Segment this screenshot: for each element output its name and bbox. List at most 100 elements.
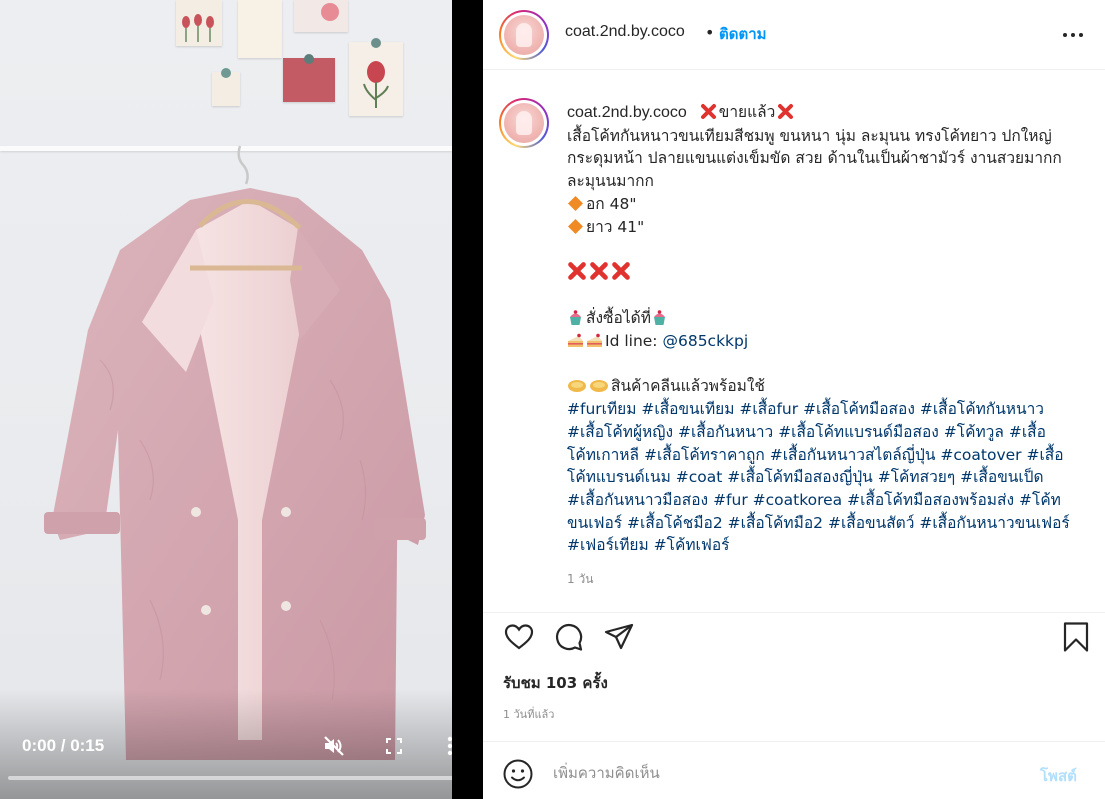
hashtag-link[interactable]: #เฟอร์เทียม xyxy=(567,536,649,554)
mute-button[interactable] xyxy=(322,734,346,758)
hashtag-link[interactable]: #เสื้อขนสัตว์ xyxy=(828,514,914,532)
hashtag-link[interactable]: #เสื้อโค้ทผู้หญิง xyxy=(567,423,673,441)
hashtag-block: #furเทียม #เสื้อขนเทียม #เสื้อfur #เสื้อ… xyxy=(567,398,1087,557)
hashtag-link[interactable]: #โค้ทวูล xyxy=(944,423,1004,441)
hashtag-link[interactable]: #เสื้อ xyxy=(1026,446,1063,464)
caption-avatar[interactable] xyxy=(499,98,549,148)
like-button[interactable] xyxy=(503,621,535,653)
save-button[interactable] xyxy=(1060,621,1092,653)
header-separator: • xyxy=(705,23,715,42)
hashtag-link[interactable]: #เสื้อขนเทียม xyxy=(641,400,734,418)
fullscreen-button[interactable] xyxy=(382,734,406,758)
hashtag-link[interactable]: #fur xyxy=(713,491,748,509)
hashtag-link[interactable]: #เสื้อกันหนาวขนเฟอร์ xyxy=(919,514,1069,532)
chest-size-line: อก 48" xyxy=(567,193,1087,216)
video-progress-bar[interactable] xyxy=(8,776,452,780)
hashtag-link[interactable]: #โค้ทเฟอร์ xyxy=(654,536,730,554)
video-timestamp: 0:00 / 0:15 xyxy=(22,736,105,755)
smiley-icon xyxy=(503,759,533,789)
length-size-line: ยาว 41" xyxy=(567,216,1087,239)
avatar-image xyxy=(504,15,544,55)
length-size: ยาว 41" xyxy=(586,217,645,236)
hashtag-link[interactable]: #coat xyxy=(676,468,723,486)
hashtag-line: โค้ทเกาหลี #เสื้อโค้ทราคาถูก #เสื้อกันหน… xyxy=(567,444,1087,467)
hashtag-link[interactable]: #เสื้อกันหนาวสไตล์ญี่ปุ่น xyxy=(770,446,936,464)
hashtag-link[interactable]: #เสื้อfur xyxy=(739,400,798,418)
hashtag-line: ขนเฟอร์ #เสื้อโค้ชมือ2 #เสื้อโค้ทมือ2 #เ… xyxy=(567,512,1087,535)
bookmark-icon xyxy=(1063,622,1089,652)
share-button[interactable] xyxy=(603,621,635,653)
follow-button[interactable]: ติดตาม xyxy=(719,22,767,46)
comment-bar: โพสต์ xyxy=(483,741,1105,799)
hashtag-link[interactable]: #เสื้อโค้ทมือสองพร้อมส่ง xyxy=(847,491,1014,509)
hashtag-link[interactable]: #เสื้อ xyxy=(1009,423,1046,441)
fullscreen-icon xyxy=(386,738,402,754)
hashtag-link[interactable]: #coatkorea xyxy=(753,491,843,509)
hashtag-link[interactable]: #เสื้อโค้ทแบรนด์มือสอง xyxy=(778,423,939,441)
post-options-button[interactable] xyxy=(1061,24,1085,46)
emoji-picker-button[interactable] xyxy=(502,758,534,790)
hashtag-link[interactable]: #เสื้อโค้ทกันหนาว xyxy=(920,400,1044,418)
line-id-line: Id line: @685ckkpj xyxy=(567,330,1087,353)
comment-button[interactable] xyxy=(553,621,585,653)
line-id-link[interactable]: @685ckkpj xyxy=(662,332,748,350)
cookie-icon xyxy=(567,377,587,394)
hashtag-link[interactable]: #coatover xyxy=(940,446,1021,464)
hashtag-link[interactable]: #โค้ท xyxy=(1019,491,1061,509)
hashtag-line: #furเทียม #เสื้อขนเทียม #เสื้อfur #เสื้อ… xyxy=(567,398,1087,421)
hashtag-link[interactable]: #เสื้อโค้ชมือ2 xyxy=(627,514,723,532)
comment-input[interactable] xyxy=(553,756,1023,790)
caption-title-line: coat.2nd.by.coco ขายแล้ว xyxy=(567,101,1087,125)
hashtag-link[interactable]: #เสื้อโค้ทมือสอง xyxy=(803,400,915,418)
clean-text: สินค้าคลีนแล้วพร้อมใช้ xyxy=(611,377,765,396)
comment-bubble-icon xyxy=(555,623,583,651)
order-text: สั่งซื้อได้ที่ xyxy=(586,309,651,328)
order-line: สั่งซื้อได้ที่ xyxy=(567,307,1087,330)
clean-line: สินค้าคลีนแล้วพร้อมใช้ xyxy=(567,375,1087,398)
chest-size: อก 48" xyxy=(586,194,637,213)
caption-area: coat.2nd.by.coco ขายแล้ว เสื้อโค้ทกันหนา… xyxy=(483,71,1105,611)
post-header: coat.2nd.by.coco • ติดตาม xyxy=(483,0,1105,70)
pane-divider xyxy=(452,0,483,799)
action-bar xyxy=(483,612,1105,662)
hashtag-link[interactable]: #furเทียม xyxy=(567,400,636,418)
avatar[interactable] xyxy=(499,10,549,60)
hashtag-link[interactable]: #เสื้อขนเป็ด xyxy=(960,468,1043,486)
cookie-icon xyxy=(589,377,609,394)
sold-label: ขายแล้ว xyxy=(718,103,776,121)
hashtag-link[interactable]: #เสื้อโค้ทราคาถูก xyxy=(644,446,765,464)
video-options-button[interactable] xyxy=(442,734,452,758)
description-line: ละมุนนมากก xyxy=(567,172,654,191)
hashtag-line: โค้ทแบรนด์เนม #coat #เสื้อโค้ทมือสองญี่ป… xyxy=(567,466,1087,489)
header-username[interactable]: coat.2nd.by.coco xyxy=(565,23,685,41)
hashtag-link[interactable]: #เสื้อโค้ทมือสองญี่ปุ่น xyxy=(727,468,872,486)
muted-speaker-icon xyxy=(324,736,344,756)
cupcake-icon xyxy=(651,309,668,326)
description-line: เสื้อโค้ทกันหนาวขนเทียมสีชมพู ขนหนา นุ่ม… xyxy=(567,126,1052,145)
post-date[interactable]: 1 วันที่แล้ว xyxy=(503,705,554,723)
red-x-icon xyxy=(567,261,587,281)
hashtag-link[interactable]: โค้ทเกาหลี xyxy=(567,446,639,464)
cupcake-icon xyxy=(567,309,584,326)
hashtag-link[interactable]: #เสื้อกันหนาว xyxy=(678,423,773,441)
orange-diamond-icon xyxy=(567,195,584,212)
post-panel: coat.2nd.by.coco • ติดตาม coat.2nd.by.co… xyxy=(483,0,1105,799)
caption-time-ago: 1 วัน xyxy=(567,572,594,586)
vertical-dots-icon xyxy=(447,736,452,756)
hashtag-link[interactable]: #เสื้อโค้ทมือ2 xyxy=(728,514,823,532)
hashtag-link[interactable]: โค้ทแบรนด์เนม xyxy=(567,468,671,486)
line-id-label: Id line: xyxy=(605,332,663,350)
pink-coat-image xyxy=(44,145,426,760)
red-x-icon xyxy=(700,103,717,120)
hashtag-link[interactable]: #เสื้อกันหนาวมือสอง xyxy=(567,491,708,509)
heart-icon xyxy=(504,624,534,650)
red-x-icon xyxy=(611,261,631,281)
caption-username[interactable]: coat.2nd.by.coco xyxy=(567,104,687,121)
hashtag-link[interactable]: #โค้ทสวยๆ xyxy=(878,468,955,486)
view-count[interactable]: รับชม 103 ครั้ง xyxy=(503,671,608,695)
video-player[interactable]: 0:00 / 0:15 xyxy=(0,0,452,799)
post-comment-button[interactable]: โพสต์ xyxy=(1040,764,1077,788)
sold-marks-line xyxy=(567,261,1087,285)
caption-text: coat.2nd.by.coco ขายแล้ว เสื้อโค้ทกันหนา… xyxy=(567,101,1087,557)
hashtag-link[interactable]: ขนเฟอร์ xyxy=(567,514,622,532)
